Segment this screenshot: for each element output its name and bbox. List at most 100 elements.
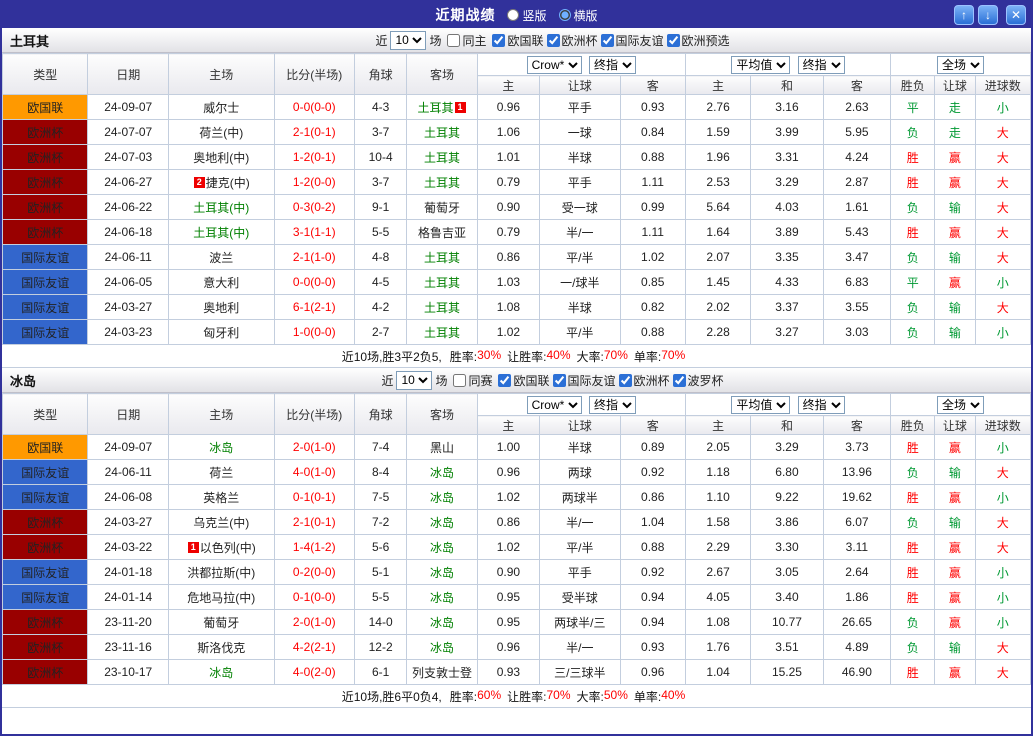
odds-home-cell: 0.95 [477,610,539,635]
horizontal-layout-radio[interactable] [559,9,571,21]
avg-draw-cell: 4.03 [751,195,823,220]
close-icon: ✕ [1011,8,1021,22]
games-count-select[interactable]: 10 [396,371,432,390]
summary-record: 近10场,胜3平2负5, [342,348,442,365]
vertical-layout-radio[interactable] [507,9,519,21]
opponent-team-name: 乌克兰(中) [193,516,249,530]
avg-draw-cell: 3.51 [751,635,823,660]
competition-checkbox[interactable] [673,374,686,387]
away-team-cell: 冰岛 [407,485,477,510]
home-team-cell: 奥地利(中) [168,145,274,170]
col-header: 日期 [88,54,168,95]
corner-cell: 2-7 [355,320,407,345]
odds-away-cell: 0.88 [620,535,685,560]
avg-draw-cell: 3.30 [751,535,823,560]
avg-away-cell: 3.55 [823,295,890,320]
competition-checkbox[interactable] [547,34,560,47]
games-count-select[interactable]: 10 [390,31,426,50]
score-cell: 0-0(0-0) [274,270,354,295]
competition-filter[interactable]: 欧国联 [498,372,549,389]
results-table: 类型 日期 主场 比分(半场) 角球 客场 Crow* 终指 平均值 终指 [2,53,1031,345]
type-cell: 欧洲杯 [3,510,88,535]
competition-checkbox[interactable] [619,374,632,387]
same-filter-checkbox[interactable] [453,374,466,387]
handicap-cell: 半/一 [540,510,620,535]
focus-team-name: 冰岛 [430,591,454,605]
competition-checkbox[interactable] [492,34,505,47]
col-header: 客场 [407,54,477,95]
competition-filter[interactable]: 国际友谊 [553,372,616,389]
avg-away-cell: 6.07 [823,510,890,535]
competition-checkbox[interactable] [498,374,511,387]
corner-cell: 9-1 [355,195,407,220]
type-cell: 国际友谊 [3,460,88,485]
competition-label: 欧洲杯 [562,32,598,49]
layout-option-horizontal[interactable]: 横版 [559,7,598,24]
avg-draw-cell: 10.77 [751,610,823,635]
away-team-cell: 黑山 [407,435,477,460]
avg-draw-cell: 4.33 [751,270,823,295]
avg-source-select[interactable]: 平均值 [731,396,790,414]
opponent-team-name: 意大利 [203,276,239,290]
move-down-button[interactable]: ↓ [978,5,998,25]
layout-option-vertical[interactable]: 竖版 [507,7,546,24]
avg-time-select[interactable]: 终指 [798,56,845,74]
competition-filter[interactable]: 欧洲预选 [667,32,730,49]
match-row: 欧洲杯23-11-20葡萄牙2-0(1-0)14-0冰岛0.95两球半/三0.9… [3,610,1031,635]
competition-filter[interactable]: 欧洲杯 [547,32,598,49]
focus-team-name: 冰岛 [430,641,454,655]
type-cell: 欧国联 [3,435,88,460]
focus-team-name: 冰岛 [430,466,454,480]
scope-select[interactable]: 全场 [937,396,984,414]
stat-label: 胜率: [450,348,477,365]
score-cell: 1-4(1-2) [274,535,354,560]
away-team-cell: 冰岛 [407,535,477,560]
horizontal-layout-label: 横版 [574,7,598,24]
competition-filter[interactable]: 波罗杯 [673,372,724,389]
col-header: 比分(半场) [274,394,354,435]
close-button[interactable]: ✕ [1006,5,1026,25]
odds-time-select[interactable]: 终指 [589,396,636,414]
same-filter[interactable]: 同赛 [453,372,492,389]
same-filter[interactable]: 同主 [447,32,486,49]
avg-home-cell: 1.76 [685,635,750,660]
away-team-cell: 土耳其 [407,320,477,345]
avg-away-cell: 6.83 [823,270,890,295]
team-section: 土耳其 近 10 场 同主 欧国联欧洲杯国际友谊欧洲预选 [2,28,1031,368]
move-up-button[interactable]: ↑ [954,5,974,25]
sub-header: 胜负 [891,416,935,435]
avg-away-cell: 2.63 [823,95,890,120]
opponent-team-name: 威尔士 [203,101,239,115]
match-row: 欧国联24-09-07冰岛2-0(1-0)7-4黑山1.00半球0.892.05… [3,435,1031,460]
same-filter-checkbox[interactable] [447,34,460,47]
stat-value: 60% [477,688,501,705]
goals-result-cell: 小 [975,560,1030,585]
competition-filter[interactable]: 欧国联 [492,32,543,49]
handicap-cell: 平手 [540,170,620,195]
score-cell: 3-1(1-1) [274,220,354,245]
odds-source-select[interactable]: Crow* [527,396,582,414]
scope-select[interactable]: 全场 [937,56,984,74]
focus-team-name: 土耳其 [424,276,460,290]
type-cell: 欧洲杯 [3,145,88,170]
score-cell: 2-0(1-0) [274,610,354,635]
wdl-result-cell: 胜 [891,485,935,510]
col-header: 类型 [3,54,88,95]
away-team-cell: 土耳其 [407,295,477,320]
wdl-result-cell: 负 [891,635,935,660]
odds-home-cell: 1.06 [477,120,539,145]
odds-source-select[interactable]: Crow* [527,56,582,74]
competition-filter[interactable]: 欧洲杯 [619,372,670,389]
competition-checkbox[interactable] [553,374,566,387]
competition-checkbox[interactable] [667,34,680,47]
wdl-result-cell: 胜 [891,145,935,170]
col-header: 比分(半场) [274,54,354,95]
avg-time-select[interactable]: 终指 [798,396,845,414]
type-cell: 欧洲杯 [3,660,88,685]
summary-stat: 大率:50% [577,688,628,705]
avg-source-select[interactable]: 平均值 [731,56,790,74]
competition-filter[interactable]: 国际友谊 [601,32,664,49]
odds-time-select[interactable]: 终指 [589,56,636,74]
competition-checkbox[interactable] [601,34,614,47]
type-cell: 国际友谊 [3,295,88,320]
